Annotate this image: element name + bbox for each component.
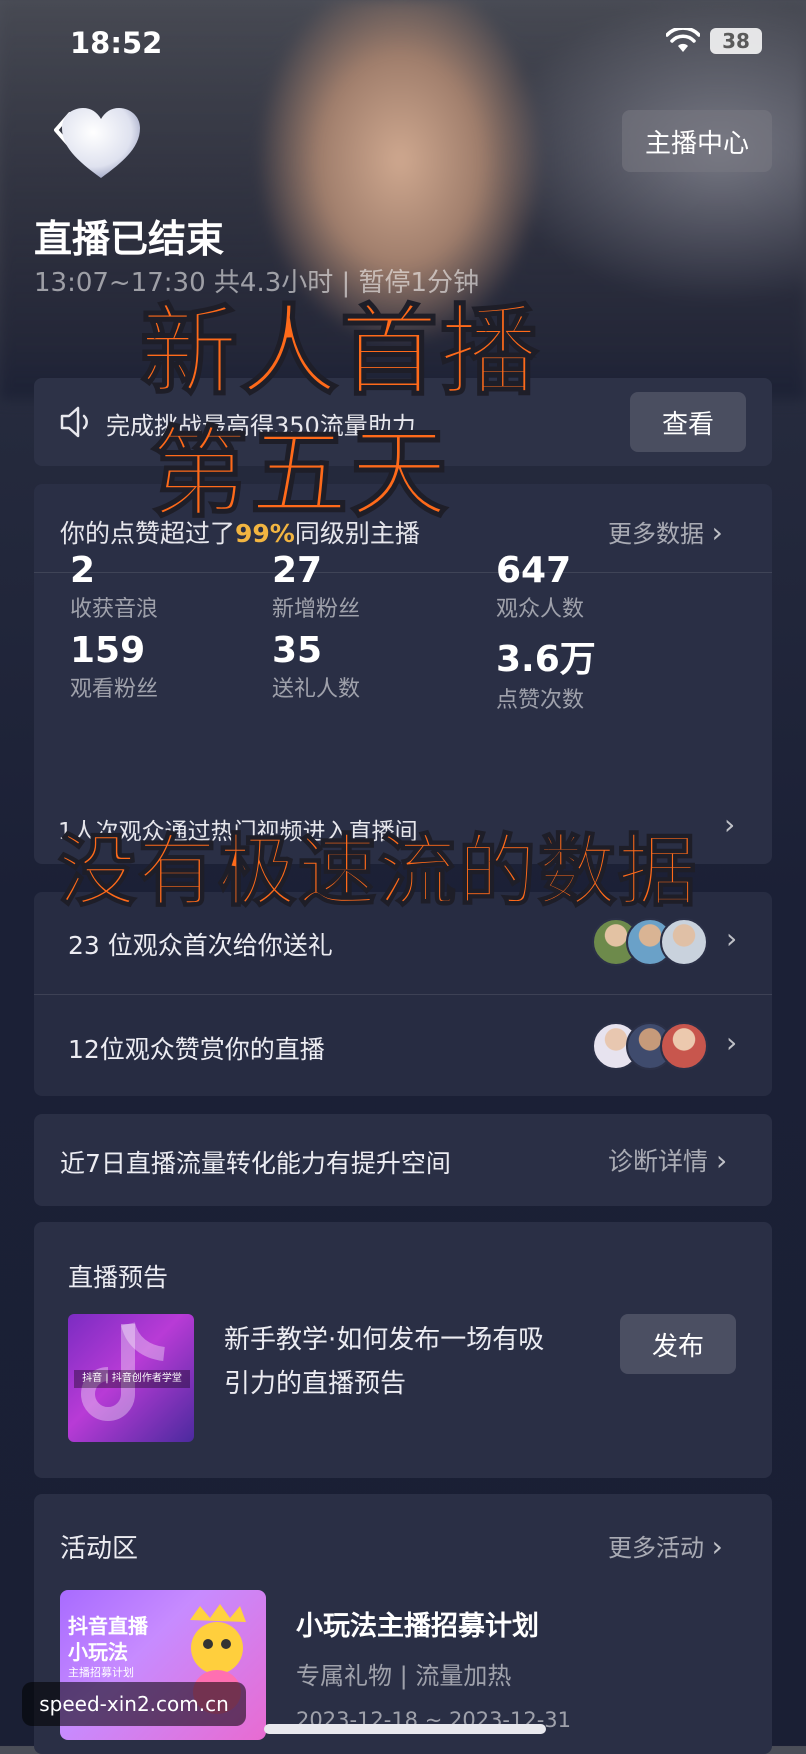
stat-item: 647 观众人数	[496, 550, 584, 623]
avatar	[660, 1022, 708, 1070]
diagnosis-link[interactable]: 诊断详情 ›	[608, 1142, 727, 1178]
appreciate-text: 12位观众赞赏你的直播	[68, 1035, 325, 1064]
watermark: speed-xin2.com.cn	[22, 1682, 246, 1726]
stat-label: 点赞次数	[496, 688, 585, 713]
stat-item: 2 收获音浪	[70, 550, 158, 623]
chevron-right-icon: ›	[715, 1144, 728, 1177]
stat-value: 647	[496, 550, 572, 591]
stats-card: 你的点赞超过了99%同级别主播 更多数据 › 2 收获音浪 27 新增粉丝 64…	[34, 484, 772, 864]
stat-item: 35 送礼人数	[272, 630, 360, 703]
activity-title: 活动区	[60, 1534, 139, 1564]
stat-value: 27	[272, 550, 323, 591]
stat-label: 观看粉丝	[70, 677, 159, 702]
thumb-line: 抖音直播	[68, 1614, 148, 1638]
overlay-caption-line: 没有极速流的数据	[57, 827, 699, 917]
home-indicator[interactable]	[264, 1724, 546, 1734]
more-activities-label: 更多活动	[608, 1534, 704, 1562]
more-activities-link[interactable]: 更多活动 ›	[608, 1528, 723, 1563]
first-gift-text: 23 位观众首次给你送礼	[68, 931, 333, 960]
stat-item: 27 新增粉丝	[272, 550, 360, 623]
live-preview-card: 直播预告 抖音 | 抖音创作者学堂 新手教学·如何发布一场有吸 引力的直播预告 …	[34, 1222, 772, 1478]
activity-item-tags: 专属礼物 | 流量加热	[296, 1662, 512, 1690]
stat-item: 159 观看粉丝	[70, 630, 158, 703]
session-time: 13:07~17:30 共4.3小时 | 暂停1分钟	[34, 268, 480, 298]
preview-thumbnail[interactable]: 抖音 | 抖音创作者学堂	[68, 1314, 194, 1442]
stat-label: 收获音浪	[70, 597, 159, 622]
view-button[interactable]: 查看	[630, 392, 746, 452]
more-data-link[interactable]: 更多数据 ›	[608, 514, 723, 549]
preview-description: 新手教学·如何发布一场有吸 引力的直播预告	[224, 1318, 544, 1406]
overlay-caption-line: 新人首播	[139, 295, 541, 409]
divider	[34, 994, 772, 995]
stat-label: 观众人数	[496, 597, 585, 622]
diagnosis-link-label: 诊断详情	[608, 1147, 709, 1176]
preview-title: 直播预告	[68, 1263, 169, 1292]
stat-value: 35	[272, 630, 323, 671]
stat-value: 159	[70, 630, 146, 671]
speaker-icon	[60, 406, 88, 438]
preview-desc-line: 引力的直播预告	[224, 1369, 407, 1399]
diagnosis-text: 近7日直播流量转化能力有提升空间	[60, 1149, 451, 1178]
host-center-button[interactable]: 主播中心	[622, 110, 772, 172]
battery-icon: 38	[710, 28, 762, 54]
publish-button[interactable]: 发布	[620, 1314, 736, 1374]
gift-card: 23 位观众首次给你送礼 › 12位观众赞赏你的直播 ›	[34, 892, 772, 1096]
preview-desc-line: 新手教学·如何发布一场有吸	[224, 1325, 545, 1355]
stat-value: 2	[70, 550, 96, 591]
stat-label: 送礼人数	[272, 677, 361, 702]
thumbnail-label: 抖音 | 抖音创作者学堂	[74, 1370, 190, 1388]
appreciate-row[interactable]: 12位观众赞赏你的直播 ›	[34, 996, 772, 1096]
more-data-label: 更多数据	[608, 520, 704, 548]
overlay-caption-line: 第五天	[149, 417, 451, 531]
stat-value: 3.6万	[496, 639, 596, 680]
chevron-right-icon: ›	[711, 1530, 723, 1563]
status-time: 18:52	[70, 26, 163, 60]
chevron-right-icon: ›	[711, 516, 723, 549]
white-heart-sticker-icon	[62, 108, 140, 178]
diagnosis-card[interactable]: 近7日直播流量转化能力有提升空间 诊断详情 ›	[34, 1114, 772, 1206]
thumb-line: 小玩法	[68, 1640, 128, 1664]
avatar	[660, 918, 708, 966]
page-title: 直播已结束	[34, 217, 225, 261]
stat-item: 3.6万 点赞次数	[496, 630, 596, 714]
activity-item-title[interactable]: 小玩法主播招募计划	[296, 1604, 539, 1643]
chevron-right-icon[interactable]: ›	[724, 808, 735, 841]
stat-label: 新增粉丝	[272, 597, 361, 622]
wifi-icon	[666, 28, 700, 52]
chevron-right-icon: ›	[726, 922, 738, 955]
thumb-line: 主播招募计划	[68, 1666, 134, 1679]
chevron-right-icon: ›	[726, 1026, 738, 1059]
